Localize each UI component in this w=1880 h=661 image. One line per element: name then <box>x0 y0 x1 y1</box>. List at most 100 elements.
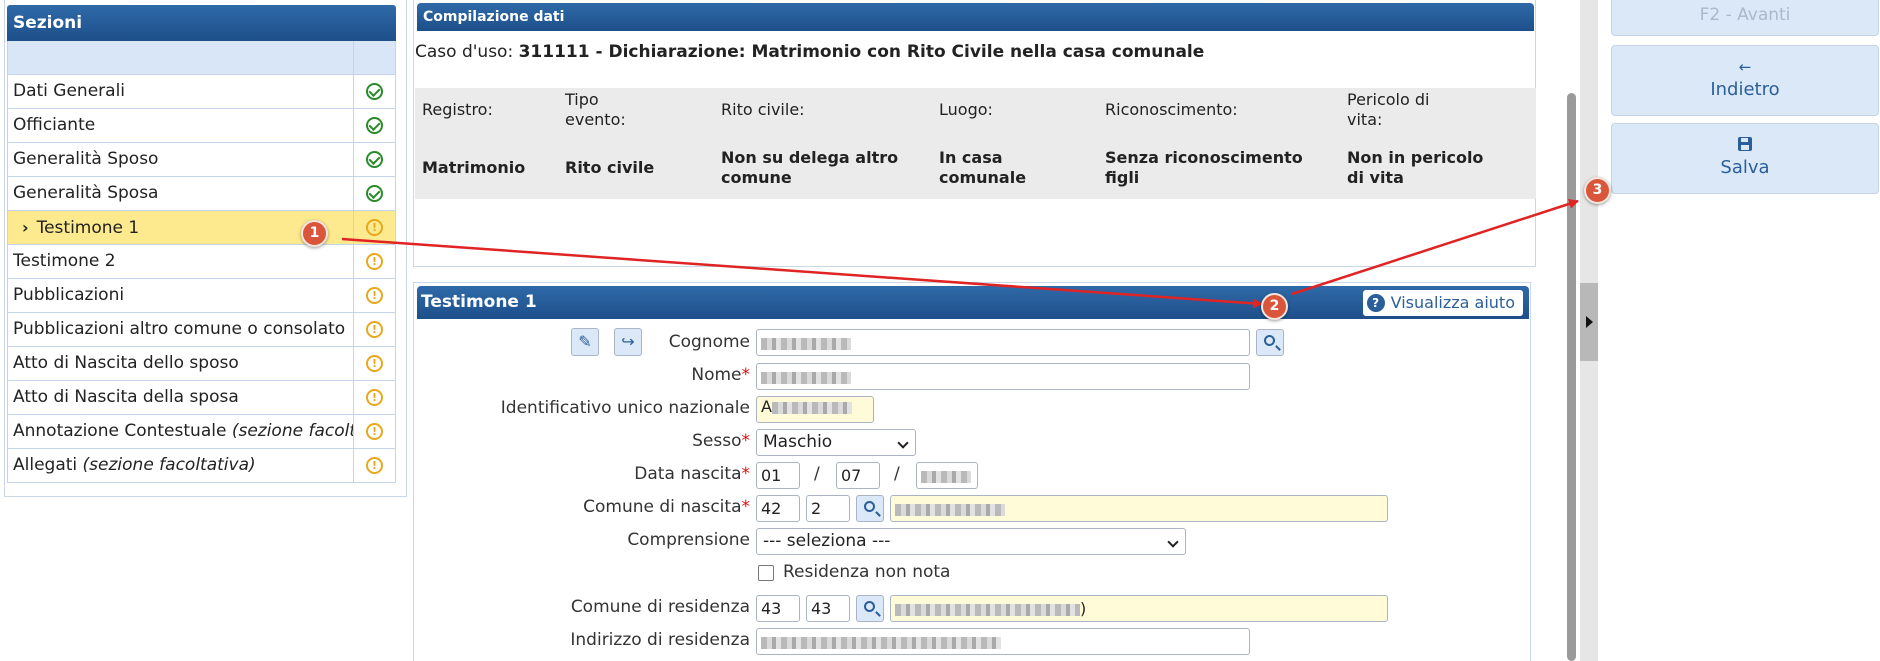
sections-list: Sezioni Dati Generali Officiante Generalit… <box>7 5 396 483</box>
sidebar-item[interactable]: Pubblicazioni altro comune o consolato! <box>7 313 396 347</box>
witness-panel: Testimone 1 ? Visualizza aiuto ✎ ↪ Cogno… <box>413 282 1531 661</box>
sidebar-item-label: Generalità Sposa <box>8 177 354 210</box>
pencil-icon: ✎ <box>578 332 592 351</box>
sidebar-item[interactable]: Officiante <box>7 109 396 143</box>
arrow-left-icon: ← <box>1738 58 1752 76</box>
comune-nascita-search-button[interactable] <box>856 495 884 522</box>
luogo-header: Luogo: <box>939 100 993 119</box>
help-icon: ? <box>1366 294 1385 312</box>
birth-year-input[interactable] <box>916 462 978 489</box>
warning-circle-icon: ! <box>366 253 383 270</box>
import-button[interactable]: ↪ <box>614 328 642 356</box>
sidebar-item[interactable]: Annotazione Contestuale (sezione facolta… <box>7 415 396 449</box>
luogo-value: In casa comunale <box>939 148 1027 187</box>
registro-header: Registro: <box>422 100 493 119</box>
warning-circle-icon: ! <box>366 423 383 440</box>
comune-nascita-code1[interactable]: 42 <box>756 495 800 522</box>
data-panel-title: Compilazione dati <box>417 3 1534 31</box>
sidebar-item-label: Officiante <box>8 109 354 142</box>
sidebar-item-label: Atto di Nascita della sposa <box>8 381 354 414</box>
annotation-marker-2: 2 <box>1261 293 1288 320</box>
chevron-down-icon <box>1167 536 1179 548</box>
warning-circle-icon: ! <box>366 355 383 372</box>
search-icon <box>864 501 875 512</box>
indietro-button[interactable]: ← Indietro <box>1611 45 1879 116</box>
curved-arrow-icon: ↪ <box>621 332 635 351</box>
help-button-label: Visualizza aiuto <box>1390 293 1515 312</box>
comune-residenza-name[interactable]: ) <box>890 595 1388 622</box>
warning-circle-icon: ! <box>366 389 383 406</box>
search-icon <box>1264 335 1275 346</box>
warning-circle-icon: ! <box>366 219 383 236</box>
check-circle-icon <box>366 185 383 202</box>
sidebar-item[interactable]: Generalità Sposo <box>7 143 396 177</box>
scrollbar[interactable] <box>1567 93 1576 661</box>
residenza-non-nota-label: Residenza non nota <box>783 562 951 582</box>
sidebar-item[interactable]: Dati Generali <box>7 75 396 109</box>
sidebar-item-label: Atto di Nascita dello sposo <box>8 347 354 380</box>
comune-residenza-code2[interactable]: 43 <box>806 595 850 622</box>
expand-arrow-icon[interactable] <box>1586 316 1593 328</box>
salva-label: Salva <box>1720 157 1770 178</box>
id-label: Identificativo unico nazionale <box>500 398 750 418</box>
residenza-non-nota-checkbox[interactable] <box>758 565 774 581</box>
sections-subheader <box>7 41 396 75</box>
rito-civile-value: Non su delega altro comune <box>721 148 899 187</box>
save-icon <box>1612 137 1878 153</box>
cognome-search-button[interactable] <box>1256 329 1284 356</box>
id-input[interactable]: A <box>756 396 874 423</box>
sidebar-item-label: Generalità Sposo <box>8 143 354 176</box>
sidebar-item-label: Pubblicazioni altro comune o consolato <box>8 313 354 346</box>
sidebar-item-label: Annotazione Contestuale (sezione facolta… <box>8 415 354 448</box>
birth-month-input[interactable]: 07 <box>836 462 880 489</box>
data-nascita-label: Data nascita* <box>634 464 750 484</box>
nome-input[interactable] <box>756 363 1250 390</box>
riconoscimento-value: Senza riconoscimento figli <box>1105 148 1303 187</box>
birth-day-input[interactable]: 01 <box>756 462 800 489</box>
sesso-label: Sesso* <box>692 431 750 451</box>
sidebar-item[interactable]: Atto di Nascita dello sposo! <box>7 347 396 381</box>
sidebar-item-label: Testimone 2 <box>8 245 354 278</box>
usecase: Caso d'uso: 311111 - Dichiarazione: Matr… <box>415 42 1204 62</box>
comprensione-select[interactable]: --- seleziona --- <box>756 528 1186 555</box>
annotation-marker-3: 3 <box>1584 177 1611 204</box>
riconoscimento-header: Riconoscimento: <box>1105 100 1238 119</box>
sidebar-item[interactable]: › Testimone 1! <box>7 211 396 245</box>
tipo-evento-value: Rito civile <box>565 158 655 177</box>
indirizzo-input[interactable] <box>756 628 1250 655</box>
warning-circle-icon: ! <box>366 321 383 338</box>
warning-circle-icon: ! <box>366 287 383 304</box>
sidebar-item[interactable]: Allegati (sezione facoltativa)! <box>7 449 396 483</box>
sidebar-item-label: Pubblicazioni <box>8 279 354 312</box>
registro-value: Matrimonio <box>422 158 526 177</box>
usecase-label: Caso d'uso: <box>415 42 514 62</box>
sidebar-item[interactable]: Testimone 2! <box>7 245 396 279</box>
witness-title: Testimone 1 <box>421 292 537 312</box>
comune-residenza-label: Comune di residenza <box>570 597 750 617</box>
comune-nascita-name[interactable] <box>890 495 1388 522</box>
sidebar-item[interactable]: Atto di Nascita della sposa! <box>7 381 396 415</box>
sidebar-item[interactable]: Pubblicazioni! <box>7 279 396 313</box>
pericolo-header: Pericolo di vita: <box>1347 90 1430 129</box>
cognome-input[interactable] <box>756 329 1250 356</box>
warning-circle-icon: ! <box>366 457 383 474</box>
sesso-select[interactable]: Maschio <box>756 429 916 456</box>
pericolo-value: Non in pericolo di vita <box>1347 148 1484 187</box>
chevron-down-icon <box>897 437 909 449</box>
witness-panel-header: Testimone 1 ? Visualizza aiuto <box>417 286 1529 319</box>
comune-nascita-code2[interactable]: 2 <box>806 495 850 522</box>
edit-button[interactable]: ✎ <box>571 328 599 356</box>
salva-button[interactable]: Salva <box>1611 123 1879 194</box>
cognome-label: Cognome <box>668 332 750 352</box>
help-button[interactable]: ? Visualizza aiuto <box>1362 290 1523 316</box>
summary-table: Registro: Tipo evento: Rito civile: Luog… <box>415 88 1536 199</box>
rito-civile-header: Rito civile: <box>721 100 805 119</box>
sections-title: Sezioni <box>7 5 396 41</box>
avanti-button[interactable]: F2 - Avanti <box>1611 0 1879 36</box>
annotation-marker-1: 1 <box>301 220 328 247</box>
comune-residenza-code1[interactable]: 43 <box>756 595 800 622</box>
indietro-label: Indietro <box>1710 79 1780 100</box>
comune-residenza-search-button[interactable] <box>856 595 884 622</box>
sidebar-item[interactable]: Generalità Sposa <box>7 177 396 211</box>
check-circle-icon <box>366 117 383 134</box>
